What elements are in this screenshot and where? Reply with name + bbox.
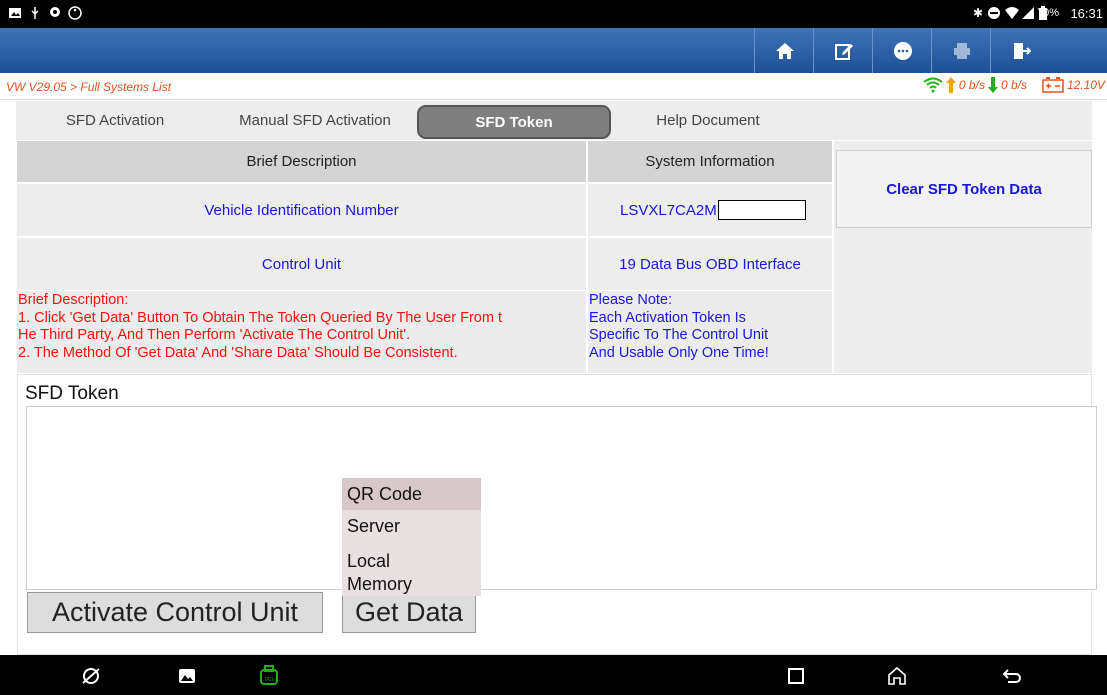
usb-icon: [31, 7, 39, 19]
status-bar: ✱ 70% 16:31: [0, 0, 1107, 28]
vin-label: Vehicle Identification Number: [17, 184, 586, 236]
home-outline-icon: [888, 666, 906, 685]
vin-value-cell: LSVXL7CA2M: [588, 184, 832, 236]
exit-button[interactable]: [990, 28, 1050, 73]
breadcrumb-bar: VW V29.05 > Full Systems List 0 b/s 0 b/…: [0, 73, 1107, 100]
notes-line: He Third Party, And Then Perform 'Activa…: [18, 327, 411, 343]
brief-description-notes: Brief Description: 1. Click 'Get Data' B…: [17, 291, 586, 373]
car-battery-icon: [1042, 77, 1064, 93]
download-arrow-icon: [987, 77, 998, 93]
activate-control-unit-button[interactable]: Activate Control Unit: [27, 592, 323, 633]
home-button[interactable]: [754, 28, 814, 73]
image-notification-icon: [9, 8, 21, 18]
control-unit-value: 19 Data Bus OBD Interface: [588, 238, 832, 290]
tab-bar: SFD Activation Manual SFD Activation SFD…: [16, 101, 1092, 140]
tab-sfd-activation[interactable]: SFD Activation: [16, 105, 214, 135]
print-icon: [953, 42, 970, 59]
control-unit-label: Control Unit: [17, 238, 586, 290]
android-nav-bar: VCI: [0, 655, 1107, 695]
recents-button[interactable]: [785, 665, 807, 687]
edit-button[interactable]: [813, 28, 873, 73]
tab-manual-sfd-activation[interactable]: Manual SFD Activation: [216, 105, 414, 135]
browser-icon: [82, 668, 100, 684]
back-icon: [1002, 669, 1021, 683]
notes-line: Each Activation Token Is: [589, 309, 746, 326]
edit-icon: [834, 43, 853, 60]
upload-arrow-icon: [945, 77, 956, 93]
get-data-source-menu: QR Code Server Local Memory: [342, 478, 481, 596]
print-button[interactable]: [931, 28, 991, 73]
notes-line: And Usable Only One Time!: [589, 344, 769, 361]
notes-line: 2. The Method Of 'Get Data' And 'Share D…: [18, 344, 458, 361]
tab-sfd-token[interactable]: SFD Token: [417, 105, 611, 139]
message-icon: [893, 41, 912, 60]
battery-percent: 70%: [1036, 7, 1059, 19]
menu-item-local-memory-line2[interactable]: Memory: [342, 574, 481, 594]
location-icon: [50, 7, 60, 17]
header-brief-description: Brief Description: [17, 141, 586, 182]
accessibility-icon: [68, 6, 82, 20]
voltage: 12.10V: [1066, 78, 1105, 92]
vin-redaction: [717, 200, 806, 220]
breadcrumb: VW V29.05 > Full Systems List: [6, 80, 172, 94]
vci-icon: VCI: [260, 665, 278, 685]
download-rate: 0 b/s: [1000, 78, 1027, 92]
menu-item-local-memory[interactable]: Local: [342, 551, 481, 571]
network-status: 0 b/s 0 b/s 12.10V: [923, 77, 1105, 93]
wifi-signal-icon: [923, 77, 943, 93]
home-icon: [775, 42, 794, 59]
notes-line: Brief Description:: [18, 292, 129, 308]
sfd-token-textarea[interactable]: [26, 406, 1097, 590]
app-toolbar: [0, 28, 1107, 73]
get-data-button[interactable]: Get Data: [342, 592, 476, 633]
gallery-icon: [179, 669, 195, 683]
notes-line: 1. Click 'Get Data' Button To Obtain The…: [18, 309, 502, 326]
signal-icon: [1022, 7, 1034, 19]
tab-help-document[interactable]: Help Document: [608, 105, 808, 135]
exit-icon: [1013, 42, 1031, 59]
clear-sfd-token-button[interactable]: Clear SFD Token Data: [836, 150, 1092, 228]
wifi-icon: [1005, 7, 1019, 19]
sfd-token-label: SFD Token: [25, 383, 119, 405]
do-not-disturb-icon: [988, 7, 1000, 19]
clock: 16:31: [1070, 6, 1103, 21]
svg-text:VCI: VCI: [265, 677, 273, 683]
upload-rate: 0 b/s: [958, 78, 985, 92]
notes-line: Please Note:: [589, 292, 673, 308]
browser-button[interactable]: [80, 665, 102, 687]
vin-value: LSVXL7CA2M: [620, 201, 717, 219]
bluetooth-icon: ✱: [972, 6, 983, 20]
menu-item-server[interactable]: Server: [342, 510, 481, 542]
please-note-notes: Please Note: Each Activation Token Is Sp…: [588, 291, 832, 373]
vci-button[interactable]: VCI: [258, 665, 280, 687]
message-button[interactable]: [872, 28, 932, 73]
menu-item-qr-code[interactable]: QR Code: [342, 478, 481, 510]
header-system-information: System Information: [588, 141, 832, 182]
gallery-button[interactable]: [176, 665, 198, 687]
notes-line: Specific To The Control Unit: [589, 327, 769, 343]
back-button[interactable]: [1001, 665, 1023, 687]
home-nav-button[interactable]: [886, 665, 908, 687]
recents-icon: [788, 668, 804, 684]
